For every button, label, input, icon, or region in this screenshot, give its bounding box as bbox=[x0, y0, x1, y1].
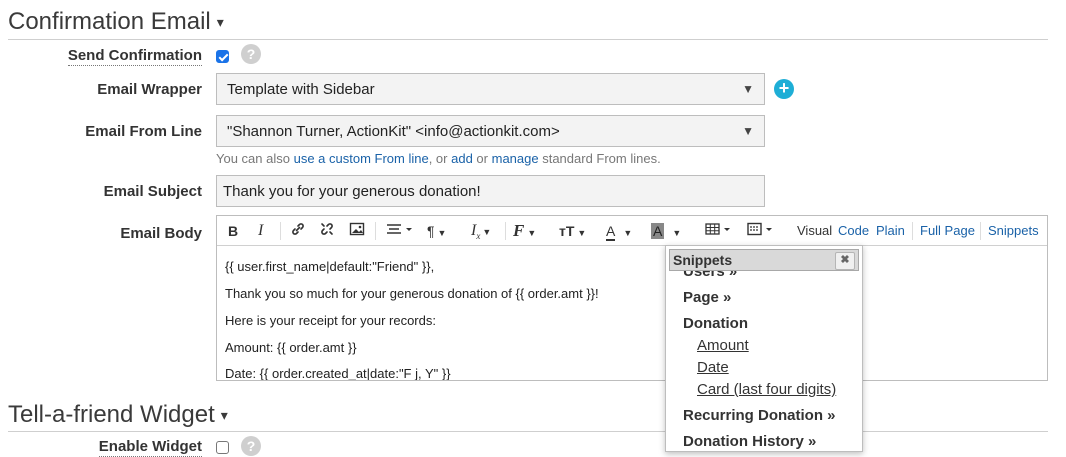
snippet-item-amount[interactable]: Amount bbox=[697, 337, 749, 354]
editor-toolbar: B I ¶ ▼ Ix ▼ F ▼ тT ▼ A ▼ A ▼ Visual Code Plai… bbox=[217, 216, 1047, 246]
editor-body-line: Here is your receipt for your records: bbox=[225, 313, 436, 328]
italic-button[interactable]: I bbox=[258, 221, 263, 241]
email-wrapper-select[interactable]: Template with Sidebar ▼ bbox=[216, 73, 765, 105]
editor-content-area[interactable]: {{ user.first_name|default:"Friend" }}, … bbox=[217, 246, 1047, 380]
help-text-suffix: standard From lines. bbox=[538, 151, 661, 166]
email-from-select[interactable]: "Shannon Turner, ActionKit" <info@action… bbox=[216, 115, 765, 147]
add-wrapper-plus-icon[interactable]: + bbox=[774, 79, 794, 99]
unlink-icon[interactable] bbox=[319, 221, 335, 241]
visual-mode-tab[interactable]: Visual bbox=[797, 223, 832, 238]
email-wrapper-value: Template with Sidebar bbox=[227, 81, 375, 98]
section-title-confirmation-email[interactable]: Confirmation Email ▾ bbox=[8, 8, 224, 36]
toolbar-separator bbox=[505, 222, 506, 240]
editor-body-line: Date: {{ order.created_at|date:"F j, Y" … bbox=[225, 366, 451, 380]
snippet-group-page[interactable]: Page » bbox=[683, 289, 731, 306]
plain-mode-tab[interactable]: Plain bbox=[876, 223, 905, 238]
toolbar-separator bbox=[980, 222, 981, 240]
help-icon[interactable]: ? bbox=[241, 44, 261, 64]
snippets-mode-tab[interactable]: Snippets bbox=[988, 223, 1039, 238]
link-icon[interactable] bbox=[290, 221, 306, 241]
enable-widget-label-text: Enable Widget bbox=[98, 438, 202, 457]
snippet-group-donation[interactable]: Donation bbox=[683, 315, 748, 332]
background-color-dropdown-icon[interactable]: A ▼ bbox=[651, 221, 681, 241]
font-family-dropdown-icon[interactable]: F ▼ bbox=[513, 221, 536, 241]
email-subject-input[interactable]: Thank you for your generous donation! bbox=[216, 175, 765, 207]
editor-body-line: Amount: {{ order.amt }} bbox=[225, 340, 357, 355]
email-body-label: Email Body bbox=[120, 225, 202, 242]
snippet-group-donation-history[interactable]: Donation History » bbox=[683, 433, 816, 450]
full-page-mode-tab[interactable]: Full Page bbox=[920, 223, 975, 238]
image-icon[interactable] bbox=[349, 221, 365, 241]
paragraph-dropdown-icon[interactable]: ¶ ▼ bbox=[427, 221, 446, 241]
dropdown-arrow-icon: ▼ bbox=[742, 82, 754, 96]
section-divider bbox=[8, 431, 1048, 432]
section-divider bbox=[8, 39, 1048, 40]
email-wrapper-label: Email Wrapper bbox=[97, 81, 202, 98]
email-from-help-text: You can also use a custom From line, or … bbox=[216, 151, 661, 166]
snippets-popup-title: Snippets bbox=[673, 252, 733, 268]
email-from-value: "Shannon Turner, ActionKit" <info@action… bbox=[227, 123, 560, 140]
send-confirmation-label: Send Confirmation bbox=[67, 47, 202, 66]
snippet-group-recurring-donation[interactable]: Recurring Donation » bbox=[683, 407, 836, 424]
send-confirmation-checkbox[interactable] bbox=[216, 50, 229, 63]
close-icon[interactable]: ✖ bbox=[835, 252, 855, 270]
manage-from-lines-link[interactable]: manage bbox=[492, 151, 539, 166]
help-text-mid1: , or bbox=[428, 151, 452, 166]
toolbar-separator bbox=[912, 222, 913, 240]
editor-body-line: Thank you so much for your generous dona… bbox=[225, 286, 599, 301]
editor-body-line: {{ user.first_name|default:"Friend" }}, bbox=[225, 259, 435, 274]
email-subject-label: Email Subject bbox=[103, 183, 202, 200]
help-text-prefix: You can also bbox=[216, 151, 294, 166]
enable-widget-label: Enable Widget bbox=[98, 438, 202, 457]
help-icon[interactable]: ? bbox=[241, 436, 261, 456]
enable-widget-checkbox[interactable] bbox=[216, 441, 229, 454]
dropdown-arrow-icon: ▼ bbox=[742, 124, 754, 138]
custom-from-line-link[interactable]: use a custom From line bbox=[294, 151, 429, 166]
snippets-popup-header: Snippets ✖ bbox=[669, 249, 859, 271]
help-text-mid2: or bbox=[472, 151, 492, 166]
section-title-tell-a-friend[interactable]: Tell-a-friend Widget ▾ bbox=[8, 401, 228, 429]
toolbar-separator bbox=[375, 222, 376, 240]
align-dropdown-icon[interactable] bbox=[386, 221, 416, 241]
send-confirmation-label-text: Send Confirmation bbox=[67, 47, 202, 66]
bold-button[interactable]: B bbox=[228, 221, 238, 241]
email-from-label: Email From Line bbox=[85, 123, 202, 140]
font-size-dropdown-icon[interactable]: тT ▼ bbox=[559, 221, 586, 241]
collapse-caret-icon[interactable]: ▾ bbox=[217, 14, 224, 30]
code-mode-tab[interactable]: Code bbox=[838, 223, 869, 238]
snippet-item-card[interactable]: Card (last four digits) bbox=[697, 381, 836, 398]
snippet-item-date[interactable]: Date bbox=[697, 359, 729, 376]
section-title-text: Tell-a-friend Widget bbox=[8, 401, 215, 428]
snippets-popup: Users » Snippets ✖ Page » Donation Amoun… bbox=[665, 245, 863, 452]
clear-format-dropdown-icon[interactable]: Ix ▼ bbox=[471, 221, 491, 241]
text-color-dropdown-icon[interactable]: A ▼ bbox=[606, 221, 632, 241]
add-from-line-link[interactable]: add bbox=[451, 151, 473, 166]
toolbar-separator bbox=[280, 222, 281, 240]
email-subject-value: Thank you for your generous donation! bbox=[223, 183, 481, 200]
email-body-editor[interactable]: B I ¶ ▼ Ix ▼ F ▼ тT ▼ A ▼ A ▼ Visual Code Plai… bbox=[216, 215, 1048, 381]
collapse-caret-icon[interactable]: ▾ bbox=[221, 407, 228, 423]
insert-block-dropdown-icon[interactable] bbox=[747, 221, 777, 241]
section-title-text: Confirmation Email bbox=[8, 8, 211, 35]
table-dropdown-icon[interactable] bbox=[705, 221, 735, 241]
